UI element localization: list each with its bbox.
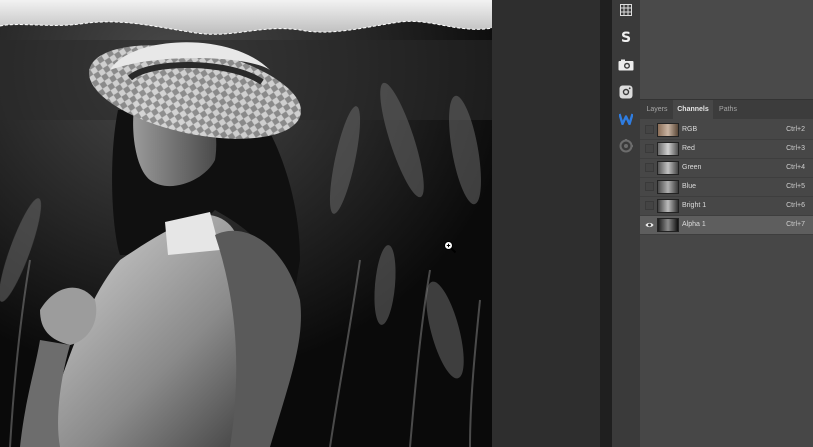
- channel-thumbnail: [657, 123, 679, 137]
- zoom-cursor-icon: [444, 241, 457, 254]
- document-canvas[interactable]: [0, 0, 492, 447]
- channel-row-bright-1[interactable]: Bright 1 Ctrl+6: [640, 197, 813, 216]
- visibility-toggle[interactable]: [645, 163, 654, 172]
- eye-icon[interactable]: [645, 221, 654, 229]
- channel-name: Blue: [682, 183, 697, 190]
- puzzle-icon[interactable]: [616, 136, 636, 156]
- instagram-icon[interactable]: [616, 82, 636, 102]
- visibility-toggle[interactable]: [645, 182, 654, 191]
- channel-row-green[interactable]: Green Ctrl+4: [640, 159, 813, 178]
- panel-upper-area: [640, 0, 813, 100]
- grayscale-photo: [0, 0, 492, 447]
- channel-thumbnail: [657, 161, 679, 175]
- channel-shortcut: Ctrl+2: [786, 126, 805, 133]
- channel-name: Red: [682, 145, 695, 152]
- visibility-toggle[interactable]: [645, 201, 654, 210]
- channel-row-blue[interactable]: Blue Ctrl+5: [640, 178, 813, 197]
- channel-name: Bright 1: [682, 202, 707, 209]
- channel-name: Alpha 1: [682, 221, 706, 228]
- channel-thumbnail: [657, 218, 679, 232]
- channel-thumbnail: [657, 180, 679, 194]
- tab-paths[interactable]: Paths: [714, 100, 742, 119]
- channel-shortcut: Ctrl+5: [786, 183, 805, 190]
- channel-row-alpha-1[interactable]: Alpha 1 Ctrl+7: [640, 216, 813, 235]
- visibility-toggle[interactable]: [645, 125, 654, 134]
- channel-shortcut: Ctrl+6: [786, 202, 805, 209]
- channel-shortcut: Ctrl+4: [786, 164, 805, 171]
- channel-name: RGB: [682, 126, 698, 133]
- panel-icon-dock: S: [612, 0, 641, 447]
- camera-icon[interactable]: [616, 55, 636, 75]
- channels-panel: Layers Channels Paths RGB Ctrl+2 Red Ctr…: [640, 0, 813, 447]
- channel-thumbnail: [657, 142, 679, 156]
- tab-layers[interactable]: Layers: [642, 100, 672, 119]
- visibility-toggle[interactable]: [645, 144, 654, 153]
- pasteboard: [492, 0, 600, 447]
- channel-row-red[interactable]: Red Ctrl+3: [640, 140, 813, 159]
- channel-shortcut: Ctrl+7: [786, 221, 805, 228]
- channel-thumbnail: [657, 199, 679, 213]
- channel-row-rgb[interactable]: RGB Ctrl+2: [640, 121, 813, 140]
- svg-text:S: S: [621, 30, 631, 45]
- channel-name: Green: [682, 164, 702, 171]
- w-logo-icon[interactable]: [616, 109, 636, 129]
- dock-edge: [600, 0, 612, 447]
- channel-list: RGB Ctrl+2 Red Ctrl+3 Green Ctrl+4 Blue …: [640, 121, 813, 235]
- panel-tabs: Layers Channels Paths: [640, 100, 813, 119]
- grid-icon[interactable]: [616, 0, 636, 20]
- s-logo-icon[interactable]: S: [616, 27, 636, 47]
- channel-shortcut: Ctrl+3: [786, 145, 805, 152]
- tab-channels[interactable]: Channels: [673, 100, 713, 119]
